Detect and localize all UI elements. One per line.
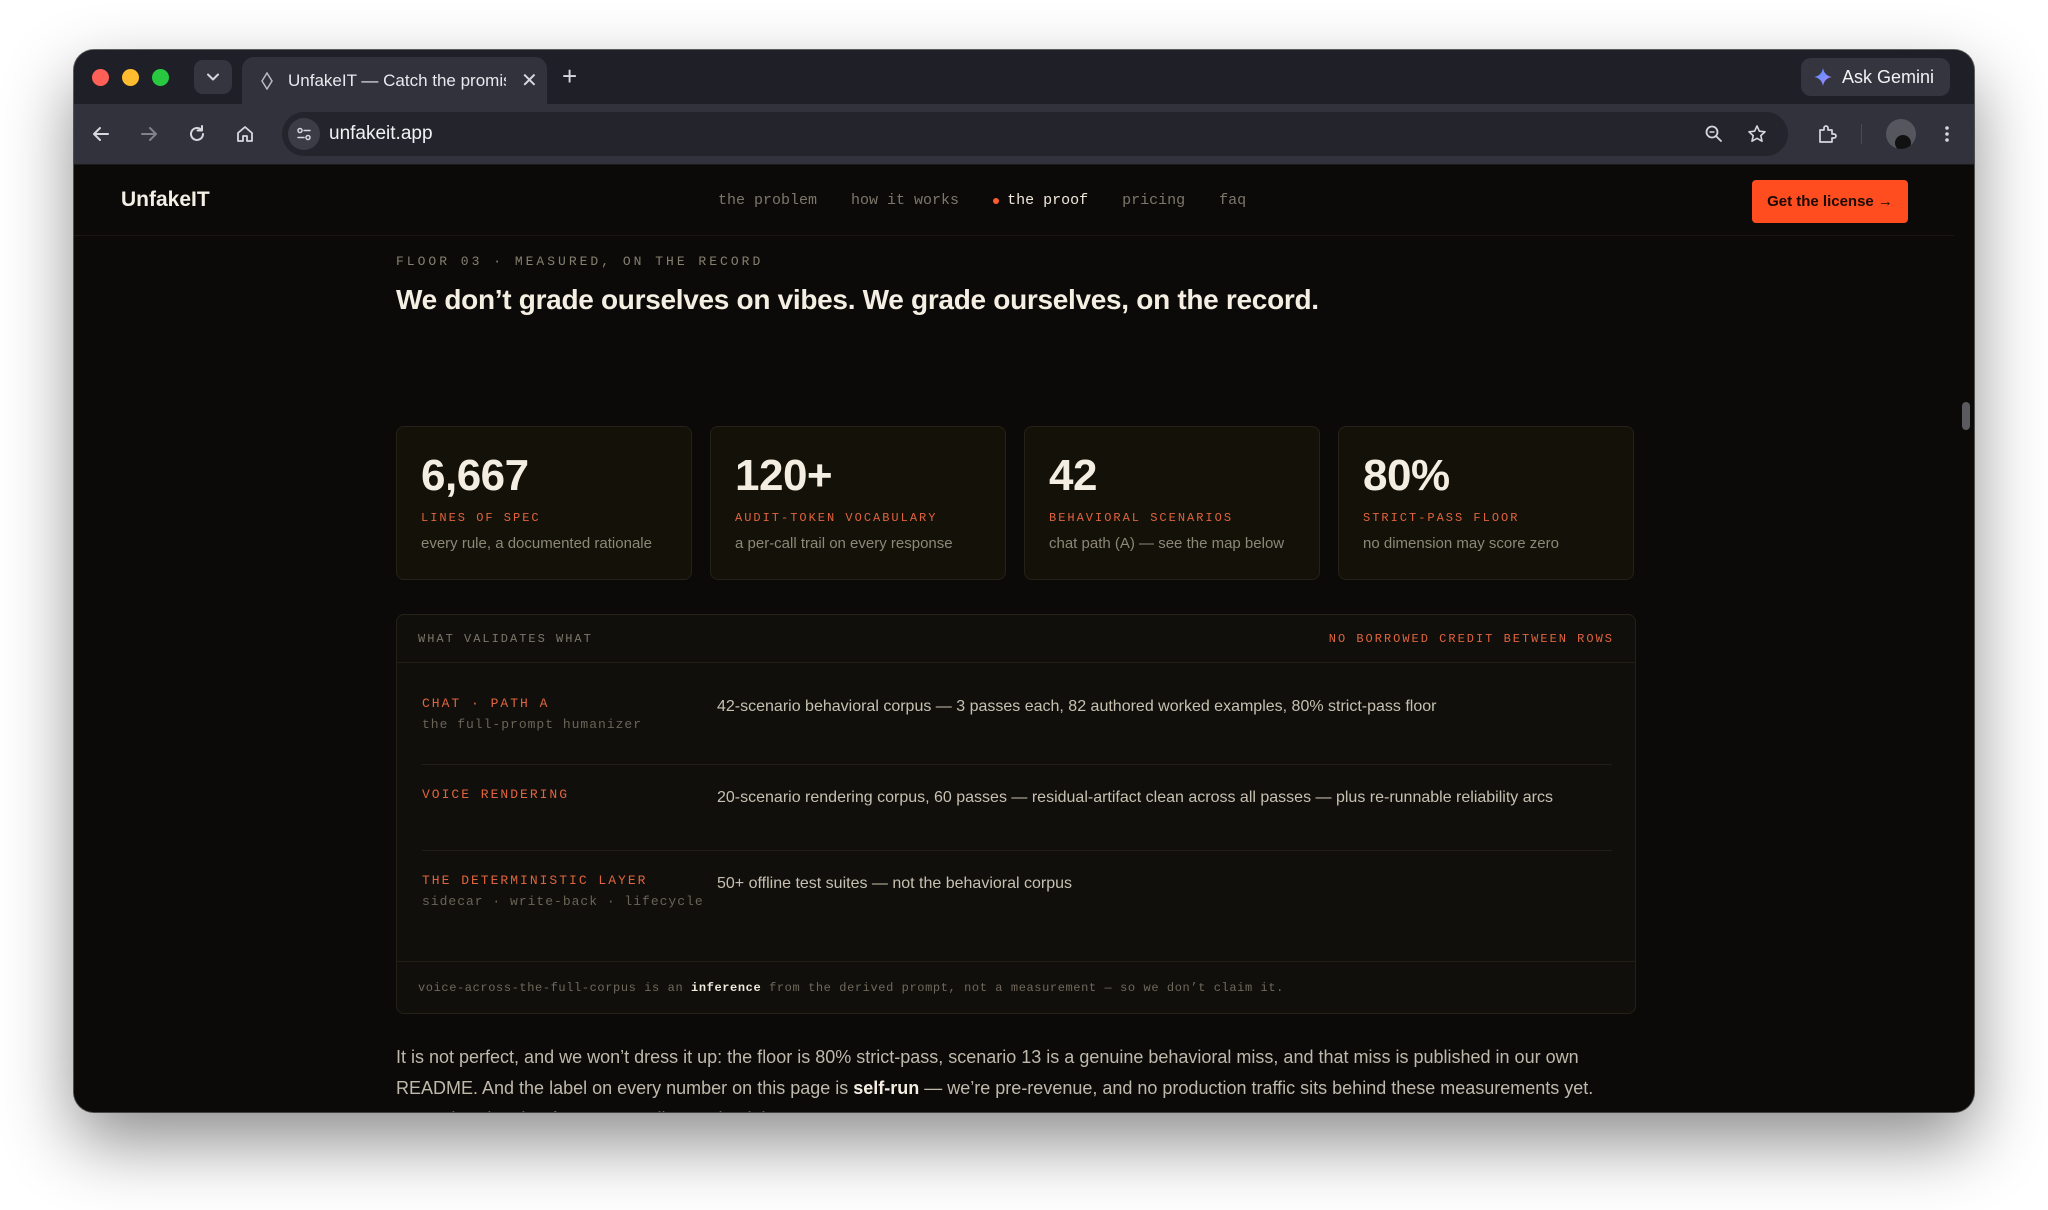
stat-label: AUDIT-TOKEN VOCABULARY: [735, 511, 938, 525]
tab-strip: UnfakeIT — Catch the promis ✕ + Ask Gemi…: [74, 50, 1974, 104]
row-subtitle: the full-prompt humanizer: [422, 717, 643, 732]
ask-gemini-button[interactable]: Ask Gemini: [1800, 58, 1950, 96]
stat-cards: 6,667 LINES OF SPEC every rule, a docume…: [396, 426, 1636, 580]
validation-panel: WHAT VALIDATES WHAT NO BORROWED CREDIT B…: [396, 614, 1636, 1014]
stat-description: chat path (A) — see the map below: [1049, 535, 1285, 552]
stat-description: no dimension may score zero: [1363, 535, 1559, 552]
nav-link-faq[interactable]: faq: [1219, 192, 1246, 209]
row-name: CHAT · PATH A: [422, 696, 550, 711]
section-headline: We don’t grade ourselves on vibes. We gr…: [396, 284, 1319, 315]
validation-row-deterministic: THE DETERMINISTIC LAYER sidecar · write-…: [422, 851, 1612, 931]
close-tab-icon[interactable]: ✕: [521, 71, 538, 91]
stat-card-behavioral-scenarios: 42 BEHAVIORAL SCENARIOS chat path (A) — …: [1024, 426, 1320, 580]
closing-paragraph: It is not perfect, and we won’t dress it…: [396, 1047, 1594, 1112]
stat-card-strict-pass-floor: 80% STRICT-PASS FLOOR no dimension may s…: [1338, 426, 1634, 580]
address-bar[interactable]: unfakeit.app: [282, 112, 1788, 156]
browser-toolbar: unfakeit.app: [74, 104, 1974, 165]
row-subtitle: sidecar · write-back · lifecycle: [422, 894, 704, 909]
ask-gemini-label: Ask Gemini: [1841, 66, 1934, 87]
validation-rows: CHAT · PATH A the full-prompt humanizer …: [422, 687, 1612, 931]
stat-description: a per-call trail on every response: [735, 535, 953, 552]
stat-value: 120+: [735, 451, 833, 500]
footnote-emphasis: inference: [691, 981, 762, 995]
site-info-icon[interactable]: [288, 118, 320, 150]
stat-label: BEHAVIORAL SCENARIOS: [1049, 511, 1234, 525]
site-header: UnfakeIT the problem how it works the pr…: [74, 166, 1954, 236]
site-nav: the problem how it works the proof prici…: [718, 192, 1246, 209]
maximize-window-button[interactable]: [152, 69, 169, 86]
footnote: voice-across-the-full-corpus is an infer…: [418, 981, 1284, 995]
home-icon[interactable]: [232, 121, 258, 147]
stat-label: STRICT-PASS FLOOR: [1363, 511, 1520, 525]
profile-avatar[interactable]: [1886, 119, 1916, 149]
url-text: unfakeit.app: [329, 123, 433, 144]
nav-link-pricing[interactable]: pricing: [1122, 192, 1185, 209]
row-name: VOICE RENDERING: [422, 787, 570, 802]
new-tab-button[interactable]: +: [562, 62, 577, 90]
tab-search-button[interactable]: [194, 60, 232, 94]
stat-card-lines-of-spec: 6,667 LINES OF SPEC every rule, a docume…: [396, 426, 692, 580]
kebab-menu-icon[interactable]: [1934, 121, 1960, 147]
page-viewport: UnfakeIT the problem how it works the pr…: [74, 166, 1974, 1112]
gemini-sparkle-icon: [1813, 68, 1832, 86]
validation-row-chat: CHAT · PATH A the full-prompt humanizer …: [422, 687, 1612, 765]
stat-value: 42: [1049, 451, 1097, 500]
extensions-puzzle-icon[interactable]: [1814, 121, 1840, 147]
browser-tab-active[interactable]: UnfakeIT — Catch the promis ✕: [242, 57, 547, 104]
reload-icon[interactable]: [184, 121, 210, 147]
self-run-emphasis: self-run: [853, 1078, 920, 1098]
nav-link-the-proof[interactable]: the proof: [993, 192, 1088, 209]
browser-window: UnfakeIT — Catch the promis ✕ + Ask Gemi…: [74, 50, 1974, 1112]
validation-panel-footer: voice-across-the-full-corpus is an infer…: [397, 961, 1635, 1013]
validation-panel-header: WHAT VALIDATES WHAT NO BORROWED CREDIT B…: [397, 615, 1635, 663]
row-description: 50+ offline test suites — not the behavi…: [717, 875, 1073, 892]
validation-row-voice: VOICE RENDERING 20-scenario rendering co…: [422, 765, 1612, 851]
toolbar-divider: [1861, 124, 1862, 144]
zoom-icon[interactable]: [1702, 122, 1726, 146]
stat-value: 80%: [1363, 451, 1450, 500]
nav-link-the-problem[interactable]: the problem: [718, 192, 817, 209]
stat-label: LINES OF SPEC: [421, 511, 541, 525]
bookmark-star-icon[interactable]: [1745, 122, 1769, 146]
row-name: THE DETERMINISTIC LAYER: [422, 873, 648, 888]
stat-card-audit-token-vocabulary: 120+ AUDIT-TOKEN VOCABULARY a per-call t…: [710, 426, 1006, 580]
row-description: 20-scenario rendering corpus, 60 passes …: [717, 789, 1553, 806]
minimize-window-button[interactable]: [122, 69, 139, 86]
stat-value: 6,667: [421, 451, 529, 500]
close-window-button[interactable]: [92, 69, 109, 86]
site-logo[interactable]: UnfakeIT: [121, 188, 210, 212]
get-license-button[interactable]: Get the license →: [1752, 180, 1908, 223]
section-eyebrow: FLOOR 03 · MEASURED, ON THE RECORD: [396, 254, 764, 269]
stat-description: every rule, a documented rationale: [421, 535, 652, 552]
chevron-down-icon: [207, 73, 219, 81]
back-arrow-icon[interactable]: [88, 121, 114, 147]
nav-link-how-it-works[interactable]: how it works: [851, 192, 959, 209]
validation-panel-note: NO BORROWED CREDIT BETWEEN ROWS: [1328, 632, 1614, 646]
validation-panel-title: WHAT VALIDATES WHAT: [418, 632, 593, 646]
row-description: 42-scenario behavioral corpus — 3 passes…: [717, 698, 1437, 715]
favicon-icon: [260, 71, 274, 90]
page-scrollbar-thumb[interactable]: [1962, 402, 1970, 430]
forward-arrow-icon[interactable]: [136, 121, 162, 147]
tab-title: UnfakeIT — Catch the promis: [288, 70, 506, 90]
